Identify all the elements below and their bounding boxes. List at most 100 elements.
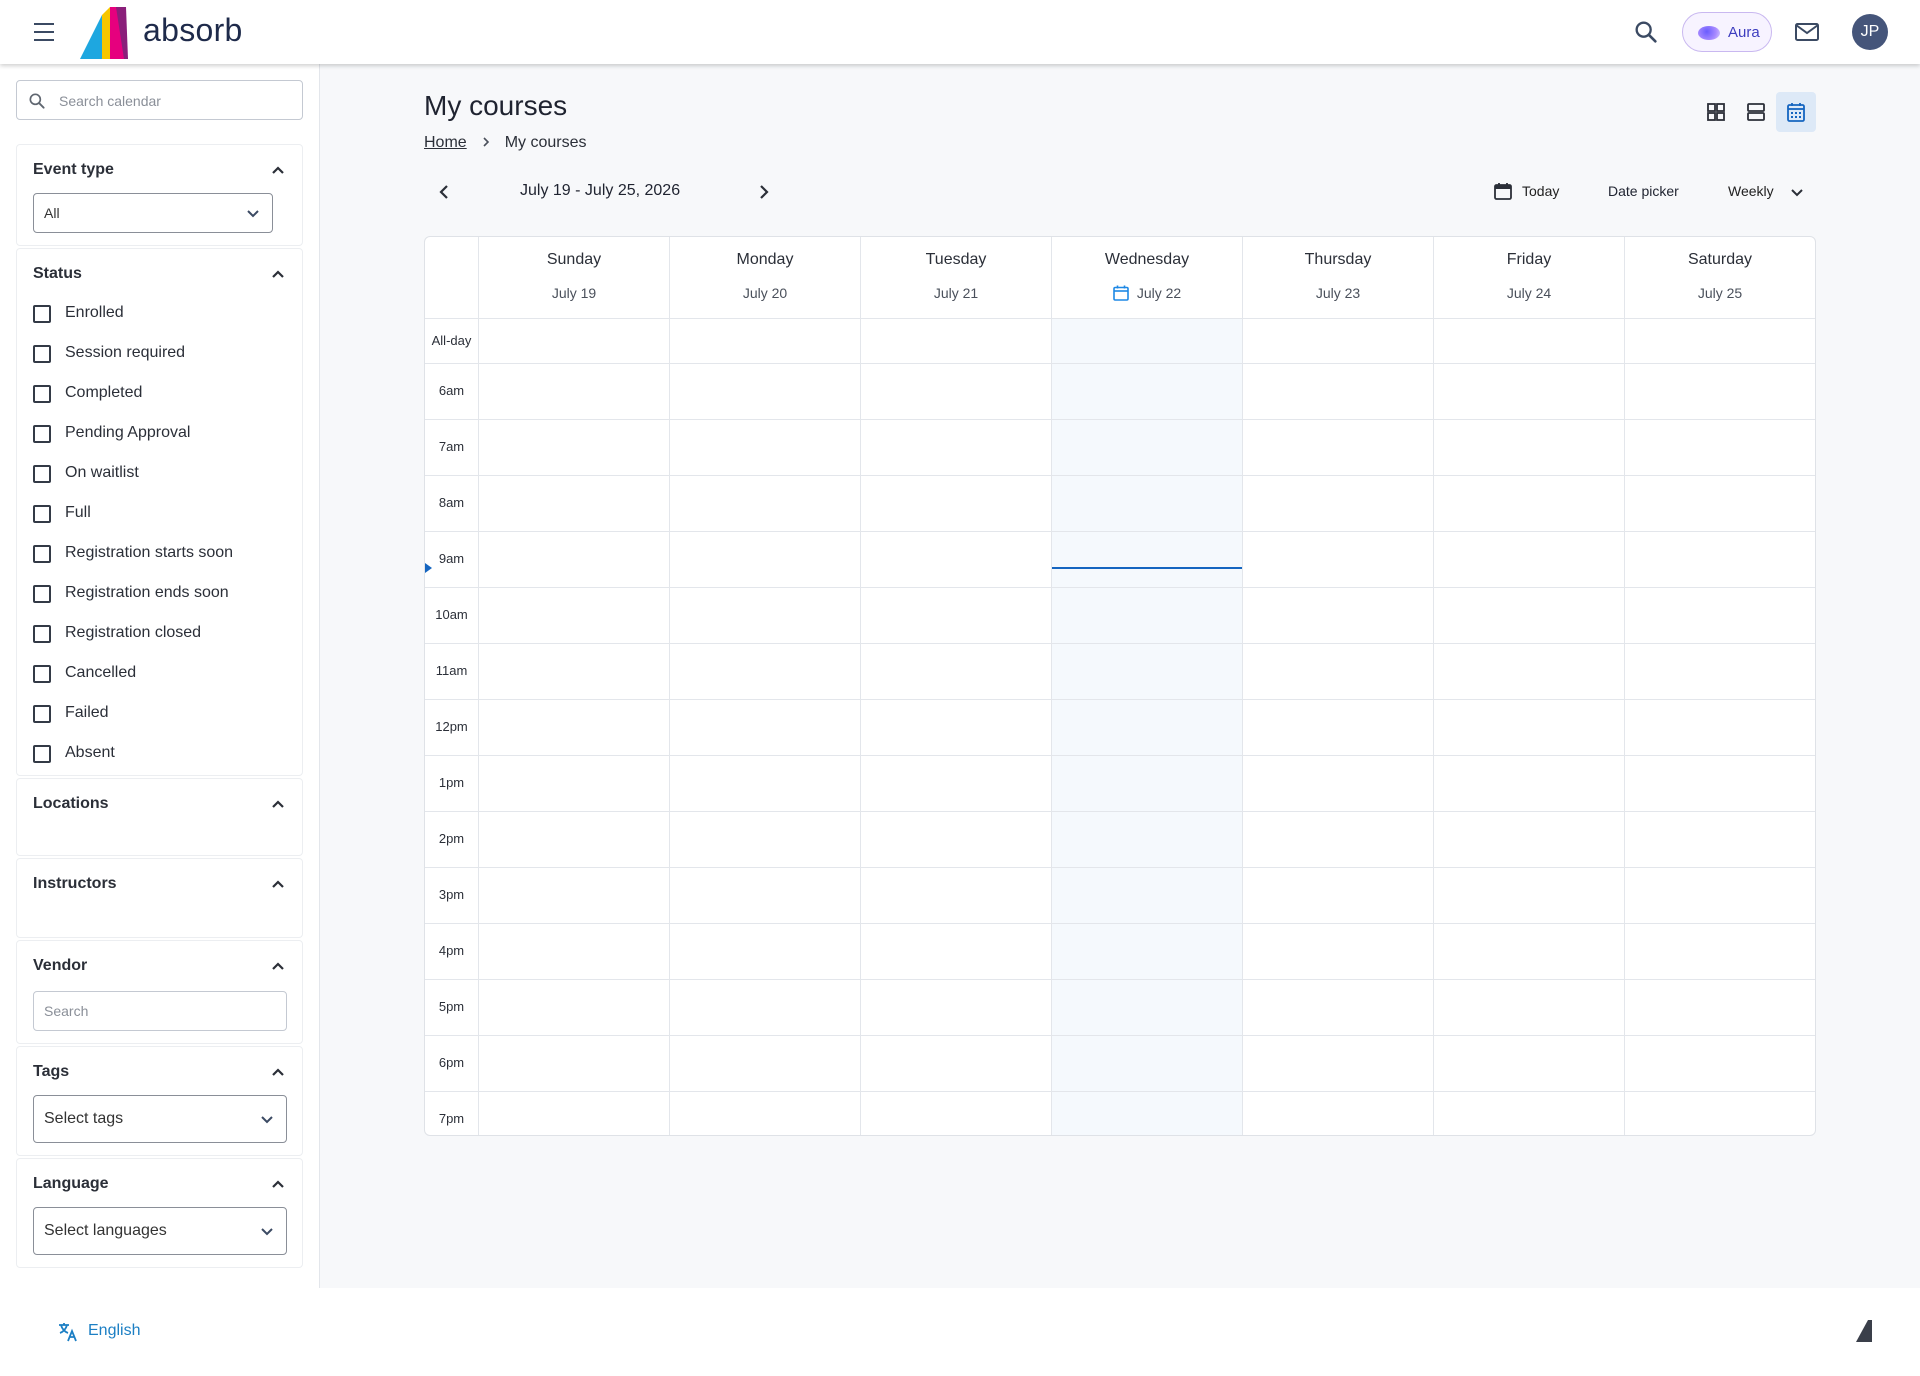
time-slot[interactable] (1434, 644, 1624, 699)
checkbox-icon[interactable] (33, 385, 51, 403)
time-slot[interactable] (1052, 868, 1242, 923)
time-slot[interactable] (1434, 364, 1624, 419)
time-slot[interactable] (1243, 420, 1433, 475)
time-slot[interactable] (1625, 980, 1815, 1035)
time-slot[interactable] (479, 420, 669, 475)
status-checkbox[interactable]: Cancelled (33, 661, 293, 685)
time-slot[interactable] (670, 1092, 860, 1135)
status-checkbox[interactable]: Absent (33, 741, 293, 765)
time-slot[interactable] (1243, 476, 1433, 531)
time-slot[interactable] (1625, 364, 1815, 419)
time-slot[interactable] (861, 476, 1051, 531)
time-slot[interactable] (1052, 476, 1242, 531)
all-day-slot[interactable] (1052, 319, 1242, 362)
time-slot[interactable] (1625, 420, 1815, 475)
time-slot[interactable] (1625, 1092, 1815, 1135)
all-day-slot[interactable] (670, 319, 860, 362)
breadcrumb-home-link[interactable]: Home (424, 134, 467, 151)
checkbox-icon[interactable] (33, 465, 51, 483)
chevron-right-icon[interactable] (752, 180, 776, 204)
checkbox-icon[interactable] (33, 585, 51, 603)
chevron-up-icon[interactable] (270, 1177, 286, 1191)
time-slot[interactable] (1625, 532, 1815, 587)
list-view-button[interactable] (1736, 92, 1776, 132)
user-avatar[interactable]: JP (1852, 14, 1888, 50)
time-slot[interactable] (479, 700, 669, 755)
time-slot[interactable] (479, 644, 669, 699)
time-slot[interactable] (861, 1092, 1051, 1135)
time-slot[interactable] (479, 756, 669, 811)
time-slot[interactable] (1052, 1092, 1242, 1135)
time-slot[interactable] (1052, 1036, 1242, 1091)
chevron-up-icon[interactable] (270, 877, 286, 891)
time-slot[interactable] (1625, 756, 1815, 811)
time-slot[interactable] (670, 812, 860, 867)
time-slot[interactable] (670, 476, 860, 531)
checkbox-icon[interactable] (33, 745, 51, 763)
time-slot[interactable] (479, 588, 669, 643)
time-slot[interactable] (1052, 588, 1242, 643)
time-slot[interactable] (670, 1036, 860, 1091)
time-slot[interactable] (861, 700, 1051, 755)
status-checkbox[interactable]: Completed (33, 381, 293, 405)
time-slot[interactable] (1243, 1092, 1433, 1135)
time-slot[interactable] (1625, 700, 1815, 755)
time-slot[interactable] (1052, 364, 1242, 419)
translate-icon[interactable] (56, 1320, 80, 1344)
time-slot[interactable] (479, 364, 669, 419)
time-slot[interactable] (1052, 532, 1242, 587)
time-slot[interactable] (861, 1036, 1051, 1091)
time-slot[interactable] (861, 364, 1051, 419)
event-type-select[interactable]: All (33, 193, 273, 233)
time-slot[interactable] (1625, 924, 1815, 979)
checkbox-icon[interactable] (33, 705, 51, 723)
all-day-slot[interactable] (1434, 319, 1624, 362)
view-mode-dropdown[interactable]: Weekly (1728, 180, 1808, 204)
time-slot[interactable] (1434, 1092, 1624, 1135)
time-slot[interactable] (670, 924, 860, 979)
time-slot[interactable] (1434, 868, 1624, 923)
time-slot[interactable] (670, 420, 860, 475)
time-slot[interactable] (1434, 532, 1624, 587)
status-checkbox[interactable]: Registration ends soon (33, 581, 293, 605)
time-slot[interactable] (861, 868, 1051, 923)
search-calendar-field[interactable] (16, 80, 303, 120)
status-checkbox[interactable]: Full (33, 501, 293, 525)
all-day-slot[interactable] (479, 319, 669, 362)
time-slot[interactable] (1434, 924, 1624, 979)
language-select[interactable]: Select languages (33, 1207, 287, 1255)
time-slot[interactable] (1243, 868, 1433, 923)
time-slot[interactable] (479, 980, 669, 1035)
checkbox-icon[interactable] (33, 625, 51, 643)
grid-view-button[interactable] (1696, 92, 1736, 132)
time-slot[interactable] (1243, 980, 1433, 1035)
time-slot[interactable] (1434, 812, 1624, 867)
chevron-left-icon[interactable] (432, 180, 456, 204)
time-slot[interactable] (670, 644, 860, 699)
time-slot[interactable] (670, 364, 860, 419)
checkbox-icon[interactable] (33, 665, 51, 683)
time-slot[interactable] (1434, 420, 1624, 475)
time-slot[interactable] (479, 1036, 669, 1091)
time-slot[interactable] (861, 980, 1051, 1035)
checkbox-icon[interactable] (33, 425, 51, 443)
time-slot[interactable] (670, 700, 860, 755)
time-slot[interactable] (1625, 644, 1815, 699)
language-link[interactable]: English (88, 1322, 140, 1340)
status-checkbox[interactable]: Registration starts soon (33, 541, 293, 565)
time-slot[interactable] (1243, 532, 1433, 587)
menu-icon[interactable] (28, 20, 60, 44)
time-slot[interactable] (1243, 700, 1433, 755)
time-slot[interactable] (861, 532, 1051, 587)
status-checkbox[interactable]: Enrolled (33, 301, 293, 325)
chevron-up-icon[interactable] (270, 1065, 286, 1079)
tags-select[interactable]: Select tags (33, 1095, 287, 1143)
time-slot[interactable] (1052, 700, 1242, 755)
time-slot[interactable] (1434, 1036, 1624, 1091)
status-checkbox[interactable]: Registration closed (33, 621, 293, 645)
time-slot[interactable] (1434, 756, 1624, 811)
checkbox-icon[interactable] (33, 505, 51, 523)
time-slot[interactable] (1243, 756, 1433, 811)
chevron-up-icon[interactable] (270, 797, 286, 811)
checkbox-icon[interactable] (33, 345, 51, 363)
